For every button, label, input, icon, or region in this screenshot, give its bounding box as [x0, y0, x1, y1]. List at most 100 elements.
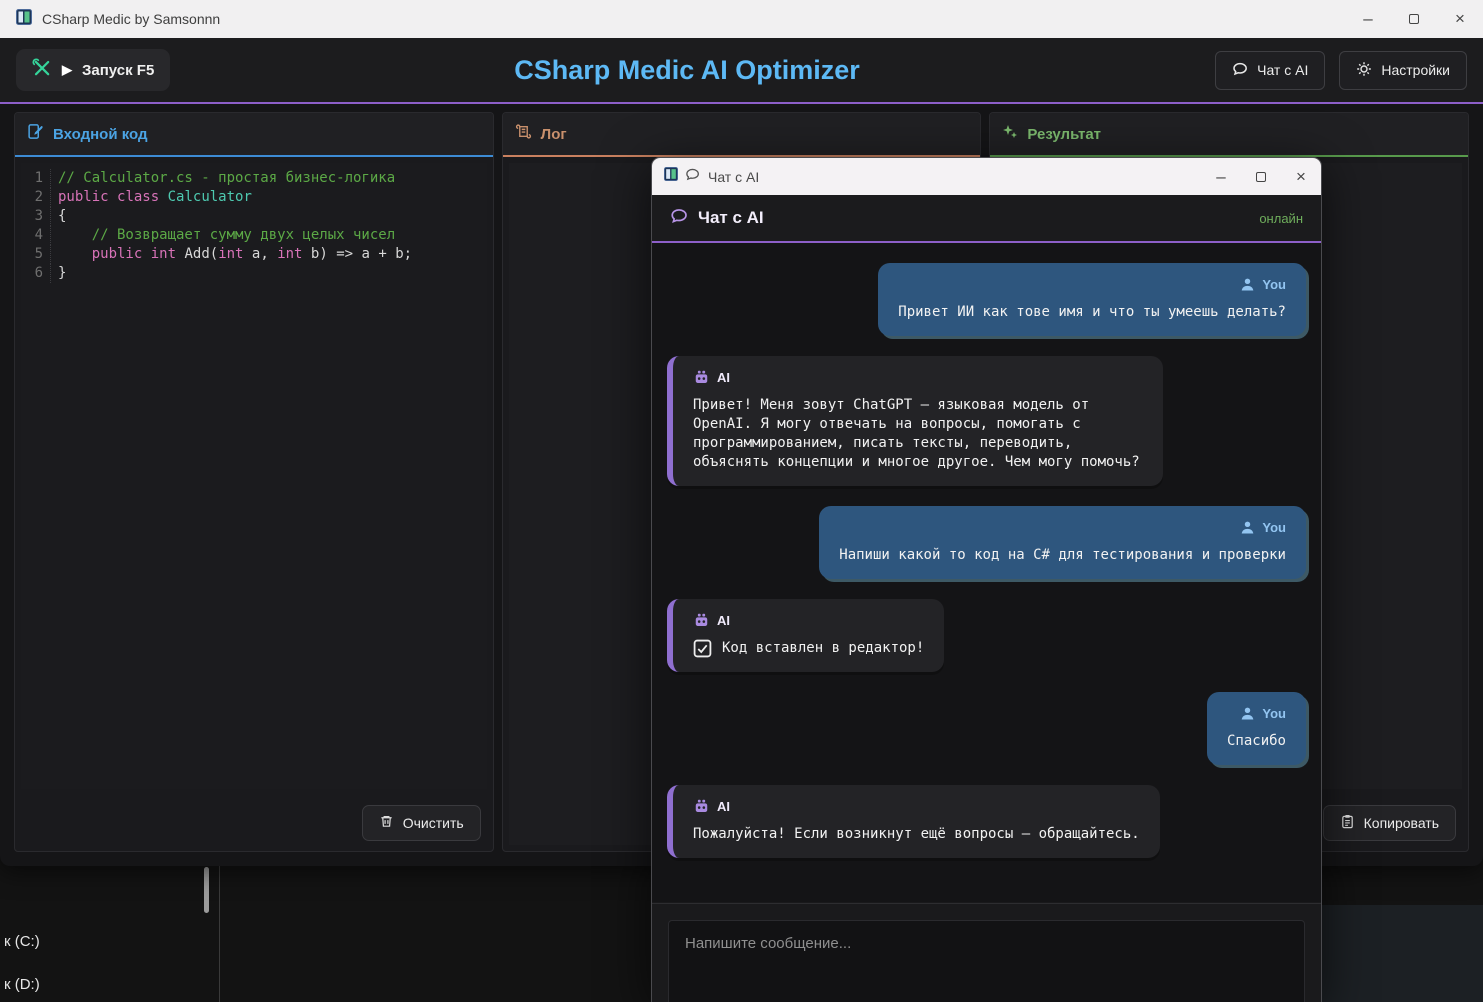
robot-icon — [693, 369, 710, 386]
user-icon — [1240, 277, 1255, 292]
chat-button[interactable]: Чат с AI — [1215, 51, 1325, 90]
drive-label-c[interactable]: к (C:) — [4, 933, 40, 950]
page-title: CSharp Medic AI Optimizer — [0, 55, 1374, 86]
main-window-title: CSharp Medic by Samsonnn — [42, 11, 220, 27]
chat-messages[interactable]: YouПривет ИИ как тове имя и что ты умееш… — [652, 243, 1321, 902]
online-status: онлайн — [1259, 211, 1303, 226]
background-divider — [219, 860, 220, 1002]
drive-label-d[interactable]: к (D:) — [4, 976, 40, 993]
maximize-icon — [1409, 14, 1419, 24]
code-line-content: public int Add(int a, int b) => a + b; — [51, 245, 412, 264]
clear-button[interactable]: Очистить — [362, 805, 481, 841]
chat-message-user: You Напиши какой то код на C# для тестиро… — [819, 506, 1306, 579]
minimize-button[interactable]: – — [1201, 158, 1241, 195]
app-icon — [664, 167, 678, 186]
message-input[interactable] — [668, 920, 1305, 1002]
panel-input-footer: Очистить — [15, 795, 493, 851]
clipboard-icon — [1340, 814, 1355, 832]
header-buttons: Чат с AI Настройки — [1215, 51, 1467, 90]
maximize-button[interactable] — [1241, 158, 1281, 195]
panel-result-title: Результат — [1027, 126, 1101, 143]
message-author: AI — [693, 611, 924, 630]
chat-message-user: YouПривет ИИ как тове имя и что ты умееш… — [878, 263, 1306, 336]
code-line-content: { — [51, 207, 66, 226]
panel-result-header: Результат — [990, 113, 1468, 157]
panel-input-title: Входной код — [53, 126, 148, 143]
code-line: 2public class Calculator — [21, 188, 487, 207]
message-author: AI — [693, 797, 1140, 816]
chat-header-title: Чат с AI — [698, 208, 764, 228]
settings-button-label: Настройки — [1381, 62, 1450, 78]
run-button[interactable]: ▶ Запуск F5 — [16, 49, 170, 91]
panel-log-header: Лог — [503, 113, 981, 157]
chat-window-title: Чат с AI — [708, 169, 759, 185]
settings-button[interactable]: Настройки — [1339, 51, 1467, 90]
sparkles-icon — [1002, 124, 1018, 145]
panel-input-header: Входной код — [15, 113, 493, 157]
chat-message-ai: AI Привет! Меня зовут ChatGPT — языковая … — [667, 356, 1163, 486]
gear-icon — [1356, 61, 1372, 80]
line-number: 4 — [21, 226, 51, 245]
chat-bubble-icon — [1232, 61, 1248, 80]
maximize-button[interactable] — [1391, 0, 1437, 38]
message-author-label: AI — [717, 797, 730, 816]
line-number: 6 — [21, 264, 51, 283]
chat-button-label: Чат с AI — [1257, 62, 1308, 78]
edit-document-icon — [27, 123, 44, 145]
chat-message-row: YouПривет ИИ как тове имя и что ты умееш… — [667, 263, 1306, 336]
chat-bubble-icon — [670, 207, 688, 230]
trash-icon — [379, 814, 394, 832]
checkbox-checked-icon — [693, 639, 712, 658]
chat-titlebar: Чат с AI – × — [652, 158, 1321, 195]
code-line-content: } — [51, 264, 66, 283]
scroll-icon — [515, 123, 532, 145]
message-author-label: You — [1262, 275, 1286, 294]
minimize-button[interactable]: – — [1345, 0, 1391, 38]
main-titlebar: CSharp Medic by Samsonnn – × — [0, 0, 1483, 38]
message-author-label: You — [1262, 518, 1286, 537]
code-line-content: // Возвращает сумму двух целых чисел — [51, 226, 395, 245]
code-line-content: // Calculator.cs - простая бизнес-логика — [51, 169, 395, 188]
chat-input-area — [652, 903, 1321, 1002]
code-line-content: public class Calculator — [51, 188, 252, 207]
message-author: You — [898, 275, 1286, 294]
chat-message-row: AI Пожалуйста! Если возникнут ещё вопросы… — [667, 785, 1306, 858]
message-text: Спасибо — [1227, 732, 1286, 751]
window-controls: – × — [1345, 0, 1483, 38]
chat-header: Чат с AI онлайн — [652, 195, 1321, 243]
code-editor[interactable]: 1// Calculator.cs - простая бизнес-логик… — [21, 163, 487, 789]
chat-message-row: AI Привет! Меня зовут ChatGPT — языковая … — [667, 356, 1306, 486]
line-number: 2 — [21, 188, 51, 207]
message-author: AI — [693, 368, 1143, 387]
run-button-label: Запуск F5 — [82, 62, 154, 79]
code-line: 3{ — [21, 207, 487, 226]
copy-button[interactable]: Копировать — [1323, 805, 1456, 841]
line-number: 5 — [21, 245, 51, 264]
message-author: You — [1227, 704, 1286, 723]
message-text: Привет! Меня зовут ChatGPT — языковая мо… — [693, 396, 1143, 472]
line-number: 3 — [21, 207, 51, 226]
message-text: Напиши какой то код на C# для тестирован… — [839, 546, 1286, 565]
app-header: ▶ Запуск F5 CSharp Medic AI Optimizer Ча… — [0, 38, 1483, 104]
user-icon — [1240, 520, 1255, 535]
chat-bubble-icon — [685, 167, 700, 187]
background-window — [1322, 905, 1483, 1002]
code-line: 5 public int Add(int a, int b) => a + b; — [21, 245, 487, 264]
chat-window-controls: – × — [1201, 158, 1321, 195]
user-icon — [1240, 706, 1255, 721]
close-button[interactable]: × — [1281, 158, 1321, 195]
chat-window: Чат с AI – × Чат с AI онлайн YouПривет И… — [651, 157, 1322, 1002]
chat-message-row: You Напиши какой то код на C# для тестиро… — [667, 506, 1306, 579]
message-author-label: AI — [717, 368, 730, 387]
robot-icon — [693, 612, 710, 629]
close-button[interactable]: × — [1437, 0, 1483, 38]
background-scrollbar[interactable] — [204, 867, 209, 913]
message-text: Код вставлен в редактор! — [693, 639, 924, 658]
code-line: 1// Calculator.cs - простая бизнес-логик… — [21, 169, 487, 188]
play-icon: ▶ — [62, 62, 72, 78]
chat-message-user: You Спасибо — [1207, 692, 1306, 765]
message-text: Пожалуйста! Если возникнут ещё вопросы —… — [693, 825, 1140, 844]
chat-message-ai: AI Код вставлен в редактор! — [667, 599, 944, 672]
code-line: 4 // Возвращает сумму двух целых чисел — [21, 226, 487, 245]
clear-button-label: Очистить — [403, 815, 464, 831]
